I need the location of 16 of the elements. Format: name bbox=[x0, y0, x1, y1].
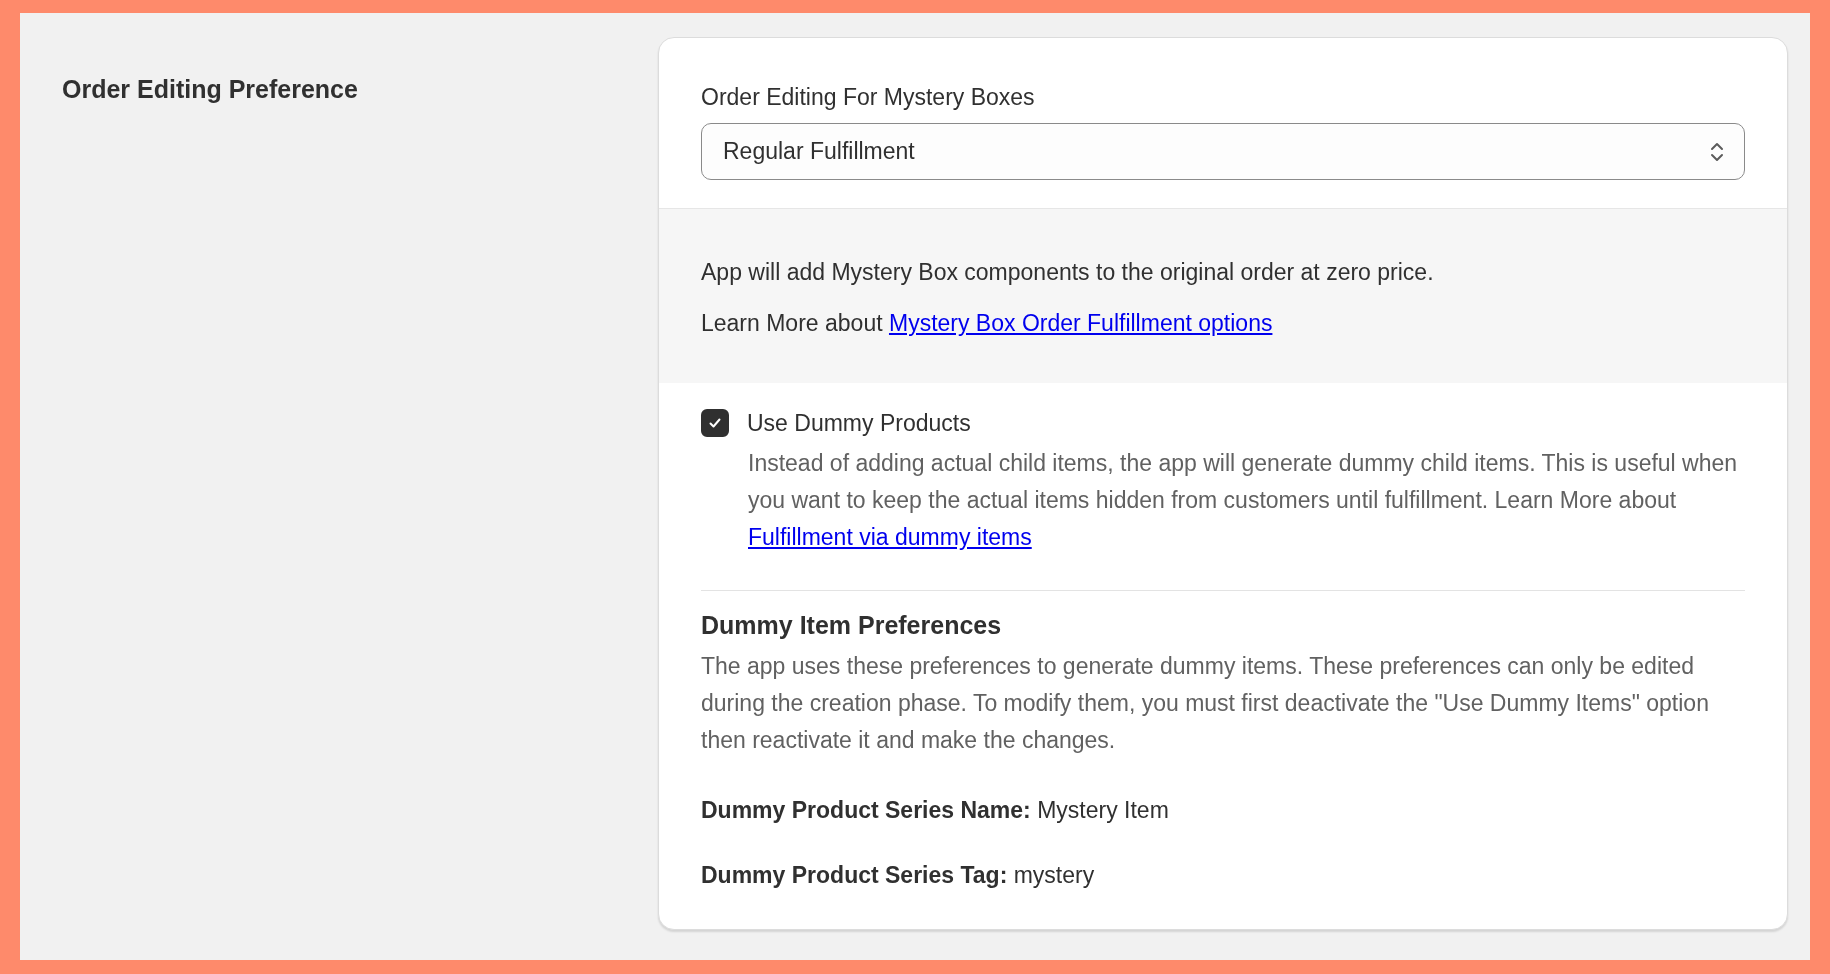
field-label: Order Editing For Mystery Boxes bbox=[701, 84, 1036, 111]
checkbox-label[interactable]: Use Dummy Products bbox=[747, 409, 971, 437]
preference-field: Dummy Product Series Tag: mystery bbox=[701, 862, 1745, 889]
fulfillment-options-link[interactable]: Mystery Box Order Fulfillment options bbox=[888, 310, 1273, 336]
chevron-up-down-icon bbox=[1710, 140, 1724, 163]
preferences-title: Dummy Item Preferences bbox=[701, 611, 1003, 640]
section-title: Order Editing Preference bbox=[62, 75, 359, 104]
learn-more-text: Learn More about bbox=[701, 310, 883, 336]
info-text: App will add Mystery Box components to the original order at zero price. bbox=[701, 259, 1435, 286]
checkmark-icon bbox=[707, 415, 723, 431]
preference-field: Dummy Product Series Name: Mystery Item bbox=[701, 797, 1745, 824]
preferences-description: The app uses these preferences to generate dummy items. These preferences can only be edited during the creation phase. To modify them, you must first deactivate the "Use Dummy Items" option then reactivate it and make the changes. bbox=[701, 652, 1710, 755]
dummy-products-description: Instead of adding actual child items, the app will generate dummy child items. This is useful when you want to keep the actual items hidden from customers until fulfillment. Learn More about bbox=[748, 450, 1738, 513]
checkbox[interactable] bbox=[701, 409, 729, 437]
fulfillment-select[interactable]: Regular Fulfillment bbox=[701, 123, 1745, 180]
dummy-items-link[interactable]: Fulfillment via dummy items bbox=[748, 524, 1032, 550]
